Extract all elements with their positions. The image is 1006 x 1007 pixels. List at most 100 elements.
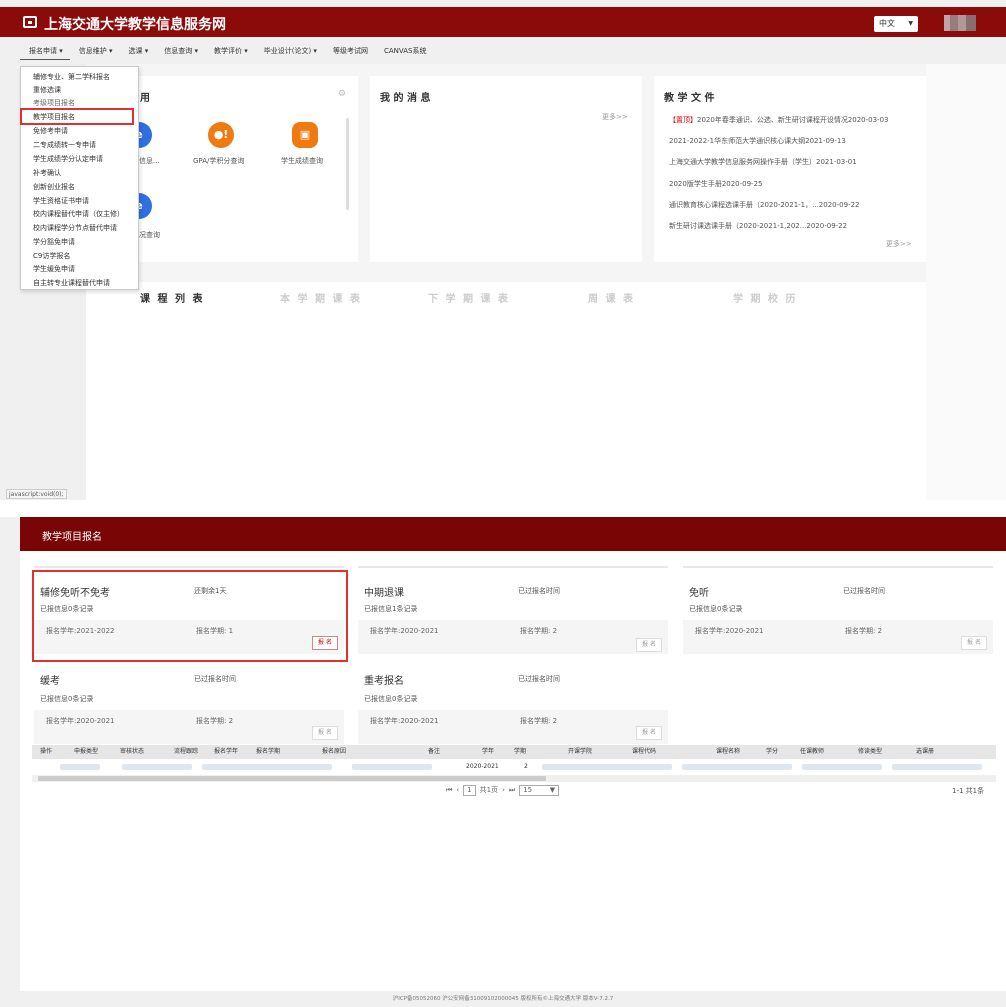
project-name: 重考报名 — [364, 676, 404, 687]
doc-item[interactable]: 上海交通大学教学信息服务网操作手册（学生）2021-03-01 — [669, 157, 857, 167]
project-year: 报名学年:2020-2021 — [370, 717, 439, 725]
course-tabs-panel — [86, 282, 926, 500]
language-select[interactable]: 中文 ▼ — [874, 16, 918, 32]
docs-more-link[interactable]: 更多>> — [886, 239, 912, 249]
column-header[interactable]: 报名原因 — [294, 745, 354, 759]
column-header[interactable]: 学分 — [748, 745, 778, 759]
table-hscrollbar[interactable] — [32, 775, 996, 782]
menu-item[interactable]: 免修考申请 — [33, 126, 68, 136]
column-header[interactable]: 学年 — [454, 745, 494, 759]
column-header[interactable]: 流程跟踪 — [150, 745, 202, 759]
doc-item[interactable]: 2020版学生手册2020-09-25 — [669, 179, 763, 189]
menu-item[interactable]: C9访学报名 — [33, 251, 70, 261]
column-header[interactable]: 备注 — [354, 745, 454, 759]
tab-next-term[interactable]: 下 学 期 课 表 — [428, 290, 510, 305]
column-header[interactable]: 报名学期 — [246, 745, 294, 759]
column-header[interactable]: 开课学院 — [532, 745, 604, 759]
project-name: 中期退课 — [364, 588, 404, 599]
menu-item[interactable]: 学生资格证书申请 — [33, 196, 89, 206]
project-count: 已报信息1条记录 — [364, 605, 418, 613]
doc-item[interactable]: 2021-2022-1华东师范大学通识核心课大纲2021-09-13 — [669, 136, 846, 146]
project-status: 已过报名时间 — [194, 675, 236, 683]
cell-term: 2 — [524, 763, 528, 770]
nav-teaching-eval[interactable]: 教学评价 ▾ — [205, 42, 255, 60]
nav-enroll[interactable]: 报名申请 ▾ — [20, 42, 70, 60]
apps-card-title: 用 — [140, 93, 150, 104]
menu-item[interactable]: 学生缓免申请 — [33, 264, 75, 274]
column-header[interactable]: 申报类型 — [54, 745, 102, 759]
apps-scrollbar[interactable] — [346, 118, 349, 210]
chevron-down-icon: ▼ — [908, 20, 913, 27]
column-header[interactable]: 任课教师 — [778, 745, 828, 759]
column-header[interactable]: 报名学年 — [202, 745, 246, 759]
first-page-icon[interactable]: ⏮ — [446, 786, 452, 795]
tab-this-term[interactable]: 本 学 期 课 表 — [280, 290, 362, 305]
logo-icon — [23, 16, 37, 28]
tab-calendar[interactable]: 学 期 校 历 — [733, 290, 797, 305]
records-table-header: 操作 申报类型 审核状态 流程跟踪 报名学年 报名学期 报名原因 备注 学年 学… — [32, 745, 996, 759]
right-margin — [926, 64, 1006, 500]
column-header[interactable]: 选课册 — [886, 745, 946, 759]
gear-icon[interactable]: ⚙ — [338, 89, 346, 99]
project-card: 缓考 已过报名时间 已报信息0条记录 报名学年:2020-2021 报名学期: … — [34, 668, 344, 744]
menu-item[interactable]: 辅修专业、第二学科报名 — [33, 72, 110, 82]
column-header[interactable]: 课程代码 — [604, 745, 670, 759]
enroll-button[interactable]: 报 名 — [961, 636, 987, 650]
project-count: 已报信息0条记录 — [364, 695, 418, 703]
menu-item[interactable]: 自主转专业课程替代申请 — [33, 278, 110, 288]
menu-item[interactable]: 校内课程替代申请（仅主修） — [33, 209, 124, 219]
column-header[interactable]: 学期 — [494, 745, 532, 759]
project-status: 已过报名时间 — [843, 587, 885, 595]
enroll-button[interactable]: 报 名 — [636, 638, 662, 652]
footer: 沪ICP备05052060 沪公安网备31009102000045 版权所有©上… — [392, 996, 614, 1002]
page-number-input[interactable]: 1 — [463, 784, 476, 796]
menu-item[interactable]: 重修选课 — [33, 85, 61, 95]
prev-page-icon[interactable]: ‹ — [456, 786, 459, 794]
app-label-grade-query[interactable]: 学生成绩查询 — [281, 156, 323, 166]
menu-item[interactable]: 补考确认 — [33, 168, 61, 178]
cell-year: 2020-2021 — [466, 763, 499, 770]
column-header[interactable]: 修读类型 — [828, 745, 886, 759]
menu-item[interactable]: 校内课程学分节点替代申请 — [33, 223, 117, 233]
nav-grade-exam[interactable]: 等级考试网 — [324, 42, 375, 60]
tab-course-list[interactable]: 课 程 列 表 — [140, 290, 204, 305]
menu-item[interactable]: 考级项目报名 — [33, 98, 75, 108]
nav-info-maintain[interactable]: 信息维护 ▾ — [70, 42, 120, 60]
nav-info-query[interactable]: 信息查询 ▾ — [155, 42, 205, 60]
doc-item[interactable]: 【置顶】2020年春季通识、公选、新生研讨课程开设情况2020-03-03 — [669, 115, 889, 125]
enroll-button[interactable]: 报 名 — [636, 726, 662, 740]
menu-item[interactable]: 学生成绩学分认定申请 — [33, 154, 103, 164]
messages-more-link[interactable]: 更多>> — [602, 112, 628, 122]
menu-item[interactable]: 创新创业报名 — [33, 182, 75, 192]
project-status: 已过报名时间 — [518, 587, 560, 595]
nav-thesis[interactable]: 毕业设计(论文) ▾ — [255, 42, 324, 60]
project-term: 报名学期: 2 — [845, 627, 883, 635]
user-avatar[interactable] — [944, 15, 976, 31]
chevron-down-icon: ▼ — [549, 785, 556, 794]
site-title: 上海交通大学教学信息服务网 — [44, 17, 226, 33]
tab-weekly[interactable]: 周 课 表 — [588, 290, 635, 305]
docs-card-title: 教 学 文 件 — [664, 93, 715, 104]
project-name: 缓考 — [40, 676, 60, 687]
nav-canvas[interactable]: CANVAS系统 — [375, 42, 434, 60]
menu-item[interactable]: 二专成绩转一专申请 — [33, 140, 96, 150]
column-header[interactable]: 课程名称 — [670, 745, 748, 759]
page-count: 共1页 — [479, 786, 499, 794]
gpa-icon[interactable]: ●! — [208, 122, 234, 148]
column-header[interactable]: 操作 — [32, 745, 54, 759]
menu-item[interactable]: 学分豁免申请 — [33, 237, 75, 247]
record-count: 1-1 共1条 — [952, 787, 985, 795]
project-count: 已报信息0条记录 — [689, 605, 743, 613]
doc-item[interactable]: 通识教育核心课程选课手册（2020-2021-1，...2020-09-22 — [669, 200, 860, 210]
doc-item[interactable]: 新生研讨课选课手册（2020-2021-1,202...2020-09-22 — [669, 221, 847, 231]
enroll-button[interactable]: 报 名 — [312, 726, 338, 740]
grade-query-icon[interactable]: ▣ — [292, 122, 318, 148]
app-label-gpa[interactable]: GPA/学积分查询 — [193, 156, 244, 166]
nav-course-select[interactable]: 选课 ▾ — [120, 42, 156, 60]
column-header[interactable]: 审核状态 — [102, 745, 150, 759]
last-page-icon[interactable]: ⏭ — [509, 786, 515, 795]
browser-status-bar: javascript:void(0); — [6, 489, 67, 499]
next-page-icon[interactable]: › — [502, 786, 505, 794]
table-row[interactable]: 2020-2021 2 — [32, 760, 996, 774]
page-size-select[interactable]: 15 ▼ — [519, 784, 560, 796]
